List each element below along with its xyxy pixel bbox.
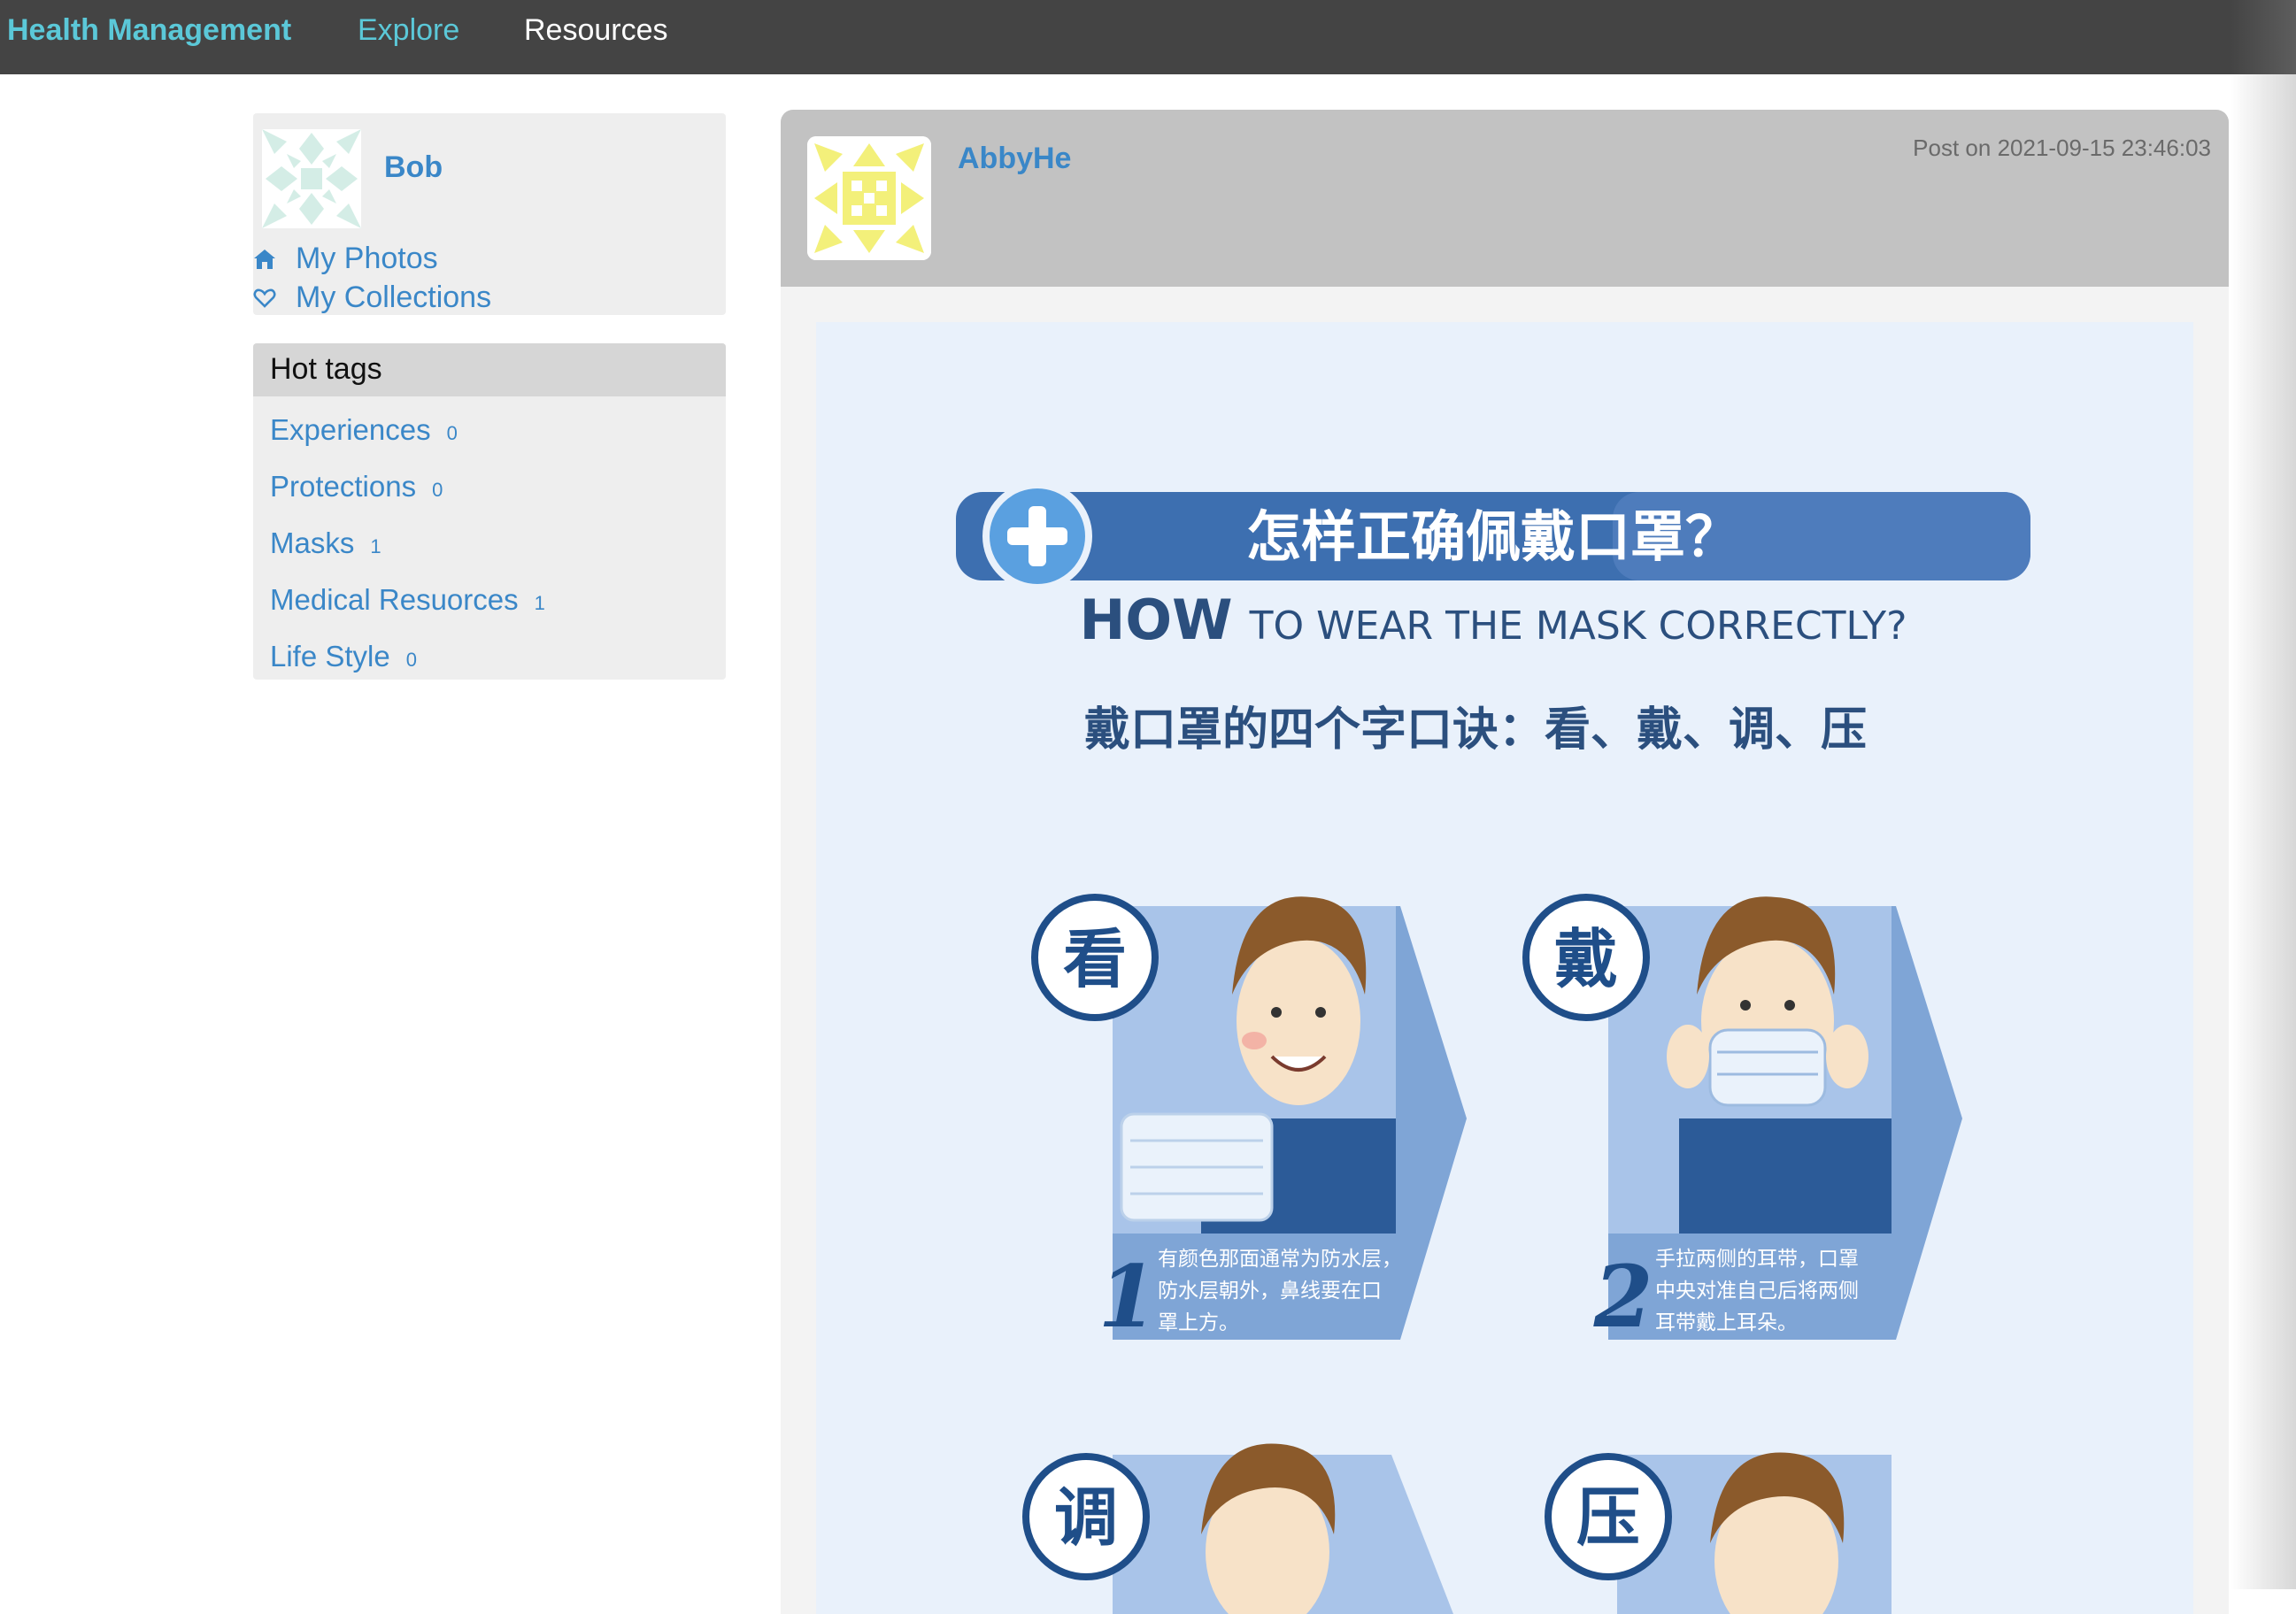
tag-name: Protections xyxy=(270,470,417,503)
poster-step-2-text-1: 手拉两侧的耳带，口罩 xyxy=(1655,1248,1859,1271)
my-photos-label: My Photos xyxy=(296,242,438,275)
poster-step-1-char: 看 xyxy=(1063,922,1127,996)
tag-count: 0 xyxy=(405,649,417,671)
poster-step-2-text-2: 中央对准自己后将两侧 xyxy=(1655,1280,1859,1303)
window-edge-shadow xyxy=(2231,0,2296,1589)
user-name-link[interactable]: Bob xyxy=(384,150,443,185)
hot-tags-header: Hot tags xyxy=(253,343,726,396)
tag-name: Experiences xyxy=(270,413,431,446)
identicon-avatar-icon xyxy=(807,136,931,260)
my-collections-label: My Collections xyxy=(296,281,492,314)
post-card: AbbyHe Post on 2021-09-15 23:46:03 怎样正确佩… xyxy=(781,110,2229,1614)
my-photos-link[interactable]: My Photos xyxy=(253,241,438,276)
poster-step-4-char: 压 xyxy=(1576,1480,1640,1555)
post-image[interactable]: 怎样正确佩戴口罩？ HOW TO WEAR THE MASK CORRECTLY… xyxy=(816,322,2193,1614)
author-name-link[interactable]: AbbyHe xyxy=(958,142,1071,176)
heart-icon xyxy=(253,288,276,308)
tag-experiences[interactable]: Experiences 0 xyxy=(270,411,458,450)
tag-count: 0 xyxy=(432,479,443,501)
tag-count: 1 xyxy=(534,592,545,614)
tag-protections[interactable]: Protections 0 xyxy=(270,467,443,506)
hot-tags-panel: Hot tags Experiences 0 Protections 0 Masks… xyxy=(253,343,726,680)
home-icon xyxy=(254,250,275,269)
nav-resources[interactable]: Resources xyxy=(524,0,668,60)
poster-step-1-text-1: 有颜色那面通常为防水层， xyxy=(1158,1248,1402,1271)
my-collections-link[interactable]: My Collections xyxy=(253,280,491,315)
poster-step-2-text-3: 耳带戴上耳朵。 xyxy=(1655,1311,1798,1334)
poster-subtitle: 戴口罩的四个字口诀：看、戴、调、压 xyxy=(1084,703,1867,757)
brand-link[interactable]: Health Management xyxy=(7,0,291,60)
tag-name: Medical Resuorces xyxy=(270,583,519,616)
tag-count: 1 xyxy=(370,535,381,557)
post-header: AbbyHe Post on 2021-09-15 23:46:03 xyxy=(781,110,2229,287)
poster-title-en-big: HOW xyxy=(1080,588,1233,652)
author-avatar[interactable] xyxy=(807,136,931,260)
top-navbar: Health Management Explore Resources xyxy=(0,0,2296,74)
tag-name: Masks xyxy=(270,526,355,559)
nav-explore[interactable]: Explore xyxy=(358,0,459,60)
avatar[interactable] xyxy=(262,129,361,228)
poster-step-2-char: 戴 xyxy=(1554,922,1618,996)
poster-step-3-char: 调 xyxy=(1054,1480,1118,1555)
tag-count: 0 xyxy=(446,422,458,444)
poster-step-2-num: 2 xyxy=(1593,1247,1653,1347)
tag-life-style[interactable]: Life Style 0 xyxy=(270,637,417,676)
poster-step-1-text-3: 罩上方。 xyxy=(1158,1311,1239,1334)
poster-title-cn: 怎样正确佩戴口罩？ xyxy=(1246,504,1740,569)
poster-title-en-rest: TO WEAR THE MASK CORRECTLY? xyxy=(1249,603,1907,649)
tag-masks[interactable]: Masks 1 xyxy=(270,524,381,563)
poster-step-1-num: 1 xyxy=(1098,1247,1158,1347)
poster-step-1-text-2: 防水层朝外，鼻线要在口 xyxy=(1158,1280,1382,1303)
mask-guide-poster: 怎样正确佩戴口罩？ HOW TO WEAR THE MASK CORRECTLY… xyxy=(816,322,2193,1614)
identicon-avatar-icon xyxy=(262,129,361,228)
hot-tags-title: Hot tags xyxy=(270,352,382,386)
post-timestamp: Post on 2021-09-15 23:46:03 xyxy=(1913,134,2211,161)
tag-medical-resources[interactable]: Medical Resuorces 1 xyxy=(270,580,545,619)
tag-name: Life Style xyxy=(270,640,390,672)
